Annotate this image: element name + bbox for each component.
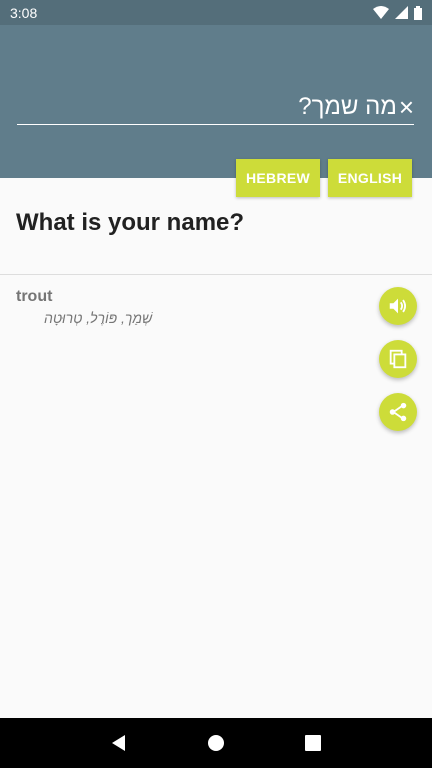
hebrew-button[interactable]: HEBREW: [236, 159, 320, 197]
signal-icon: [395, 6, 408, 19]
clear-button[interactable]: ×: [399, 94, 414, 120]
home-icon: [207, 735, 224, 751]
status-icons: [373, 5, 422, 20]
header: מה שמך? ×: [0, 25, 432, 178]
dictionary-word: trout: [16, 288, 53, 305]
share-icon: [389, 402, 407, 422]
status-time: 3:08: [10, 4, 38, 21]
divider: [0, 274, 432, 275]
share-button[interactable]: [379, 393, 417, 431]
dictionary-synonyms: שְׁמַך, פּוֹרֶל, טְרוּטָה: [44, 310, 153, 326]
back-icon: [111, 735, 125, 751]
status-bar: 3:08: [0, 0, 432, 25]
source-input[interactable]: מה שמך? ×: [17, 89, 414, 125]
volume-icon: [389, 298, 407, 314]
battery-icon: [414, 5, 422, 20]
translation-text: What is your name?: [16, 209, 245, 236]
speak-button[interactable]: [379, 287, 417, 325]
recents-icon: [305, 735, 322, 751]
wifi-icon: [373, 6, 389, 19]
copy-button[interactable]: [379, 340, 417, 378]
copy-icon: [389, 349, 407, 369]
source-text[interactable]: מה שמך?: [298, 93, 397, 121]
english-button[interactable]: ENGLISH: [328, 159, 412, 197]
home-button[interactable]: [204, 731, 228, 755]
recents-button[interactable]: [301, 731, 325, 755]
back-button[interactable]: [107, 731, 131, 755]
navigation-bar: [0, 718, 432, 768]
